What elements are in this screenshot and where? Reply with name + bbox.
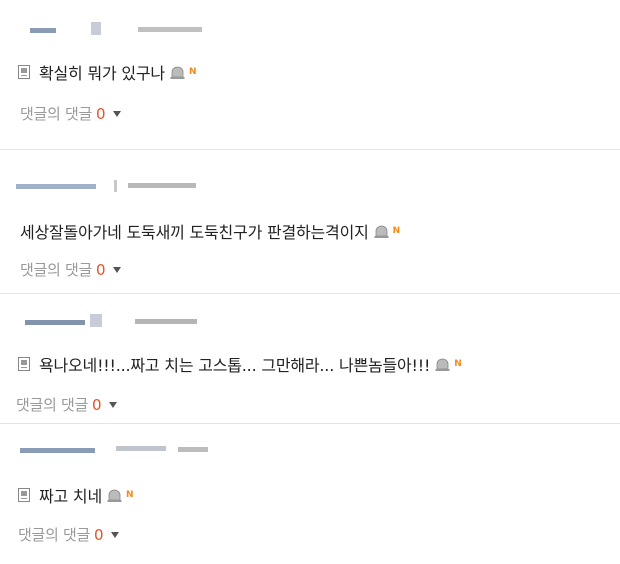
comment-author-meta-blurred [0,442,300,456]
new-badge: N [454,359,462,369]
alarm-icon[interactable] [374,225,389,238]
reply-count: 0 [95,104,106,123]
comment-text: 확실히 뭐가 있구나 [39,64,165,83]
comment-item: 세상잘돌아가네 도둑새끼 도둑친구가 판결하는격이지 N 댓글의 댓글 0 [0,150,620,294]
comment-text-row: 욕나오네!!!...짜고 치는 고스톱... 그만해라... 나쁜놈들아!!! … [18,352,462,376]
comment-text: 욕나오네!!!...짜고 치는 고스톱... 그만해라... 나쁜놈들아!!! [39,356,431,375]
reply-count: 0 [95,260,106,279]
reply-count: 0 [91,395,102,414]
comment-text-row: 확실히 뭐가 있구나 N [18,60,196,84]
comment-author-meta-blurred [0,22,300,36]
comment-item: 짜고 치네 N 댓글의 댓글 0 [0,424,620,564]
comment-text-row: 세상잘돌아가네 도둑새끼 도둑친구가 판결하는격이지 N [20,219,400,243]
caret-down-icon [110,531,119,538]
comment-text: 짜고 치네 [39,487,102,506]
reply-toggle[interactable]: 댓글의 댓글 0 [18,524,119,545]
new-badge: N [125,490,134,500]
caret-down-icon [112,110,121,117]
reply-label: 댓글의 댓글 [20,261,92,279]
reply-label: 댓글의 댓글 [18,526,90,544]
comment-text: 세상잘돌아가네 도둑새끼 도둑친구가 판결하는격이지 [20,223,369,242]
alarm-icon[interactable] [170,66,185,79]
reply-toggle[interactable]: 댓글의 댓글 0 [16,394,117,415]
document-icon[interactable] [18,357,30,371]
comment-author-meta-blurred [0,178,300,192]
new-badge: N [392,226,401,236]
caret-down-icon [112,266,121,273]
reply-toggle[interactable]: 댓글의 댓글 0 [20,259,121,280]
alarm-icon[interactable] [107,489,122,502]
document-icon[interactable] [18,488,30,502]
reply-count: 0 [93,525,104,544]
comment-author-meta-blurred [0,314,300,328]
reply-label: 댓글의 댓글 [16,396,88,414]
alarm-icon[interactable] [435,358,450,371]
new-badge: N [188,67,197,77]
reply-label: 댓글의 댓글 [20,105,92,123]
comment-text-row: 짜고 치네 N [18,483,134,507]
caret-down-icon [108,401,117,408]
comment-item: 확실히 뭐가 있구나 N 댓글의 댓글 0 [0,0,620,150]
reply-toggle[interactable]: 댓글의 댓글 0 [20,103,121,124]
document-icon[interactable] [18,65,30,79]
comment-item: 욕나오네!!!...짜고 치는 고스톱... 그만해라... 나쁜놈들아!!! … [0,294,620,424]
